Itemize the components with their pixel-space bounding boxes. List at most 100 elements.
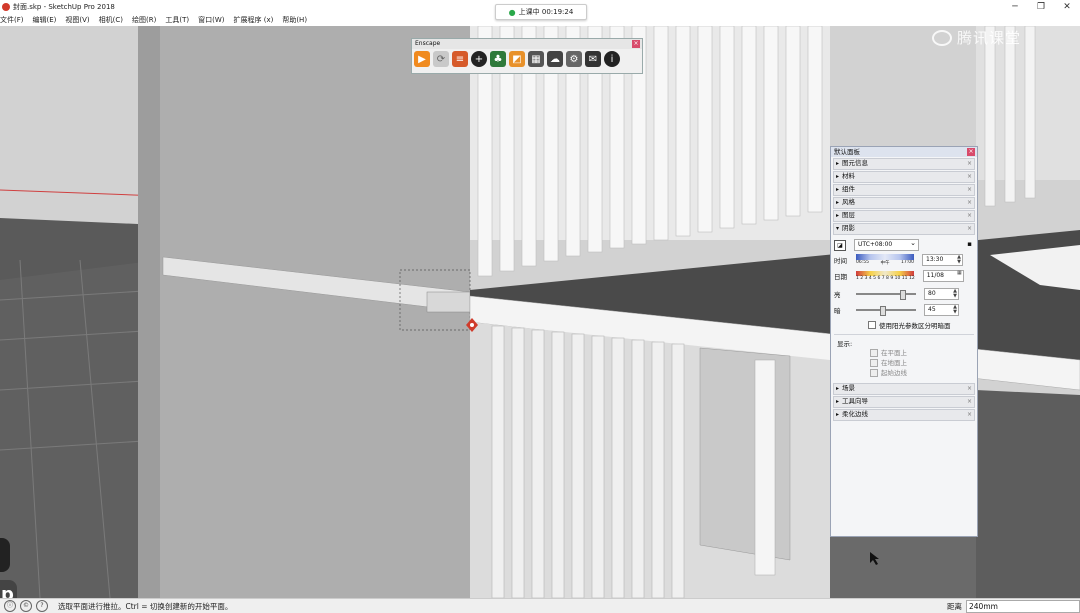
- live-class-timer[interactable]: ● 上课中 00:19:24: [495, 4, 587, 20]
- status-message: 选取平面进行推拉。Ctrl = 切换创建新的开始平面。: [58, 601, 233, 611]
- section-close-icon[interactable]: ×: [967, 159, 972, 168]
- section-close-icon[interactable]: ×: [967, 384, 972, 393]
- enscape-asset-library-icon[interactable]: ♣: [490, 51, 506, 67]
- menu-window[interactable]: 窗口(W): [198, 15, 224, 25]
- display-from-edges[interactable]: 起始边线: [834, 368, 974, 378]
- enscape-toolbar-header: Enscape ×: [412, 39, 642, 49]
- measure-input[interactable]: 240mm: [966, 599, 1080, 613]
- use-sun-checkbox[interactable]: [868, 321, 876, 329]
- restore-button[interactable]: ❐: [1028, 0, 1054, 14]
- dark-input[interactable]: 45 ▲ ▼: [924, 304, 959, 316]
- live-timer-label: 上课中 00:19:24: [518, 8, 574, 16]
- tray-section-soften-edges[interactable]: 柔化边线 ×: [833, 409, 975, 421]
- from-edges-checkbox[interactable]: [870, 369, 878, 377]
- section-close-icon[interactable]: ×: [967, 211, 972, 220]
- section-close-icon[interactable]: ×: [967, 185, 972, 194]
- enscape-toolbar-title: Enscape: [415, 40, 441, 47]
- enscape-material-icon[interactable]: ◩: [509, 51, 525, 67]
- measure-label: 距离: [947, 601, 962, 611]
- enscape-info-icon[interactable]: i: [604, 51, 620, 67]
- tray-section-instructor[interactable]: 工具向导 ×: [833, 396, 975, 408]
- minimize-button[interactable]: ─: [1002, 0, 1028, 14]
- light-label: 亮: [834, 291, 841, 299]
- calendar-icon[interactable]: ▦: [957, 271, 962, 276]
- section-close-icon[interactable]: ×: [967, 410, 972, 419]
- default-tray-close-icon[interactable]: ×: [967, 148, 975, 156]
- enscape-sync-icon[interactable]: ⟳: [433, 51, 449, 67]
- enscape-sync-views-icon[interactable]: ≡: [452, 51, 468, 67]
- tencent-classroom-watermark: 腾讯课堂: [932, 27, 1021, 48]
- enscape-add-icon[interactable]: +: [471, 51, 487, 67]
- enscape-settings-icon[interactable]: ⚙: [566, 51, 582, 67]
- default-tray-panel: 默认面板 × 图元信息 × 材料 × 组件 × 风格 × 图层 × 阴影 × ◪ UTC+0…: [830, 146, 978, 537]
- light-slider-thumb[interactable]: [900, 290, 906, 300]
- time-slider[interactable]: [856, 254, 914, 260]
- enscape-close-icon[interactable]: ×: [632, 40, 640, 48]
- month-labels: 1 2 3 4 5 6 7 8 9 10 11 12: [856, 276, 915, 281]
- section-label: 场景: [842, 384, 855, 392]
- on-faces-checkbox[interactable]: [870, 349, 878, 357]
- close-button[interactable]: ✕: [1054, 0, 1080, 14]
- shadow-details-icon[interactable]: ▪: [967, 240, 972, 248]
- enscape-checker-icon[interactable]: ▦: [528, 51, 544, 67]
- window-controls: ─ ❐ ✕: [1002, 0, 1080, 14]
- time-slider-group: 06:55 中午 17:00: [856, 254, 914, 266]
- menu-file[interactable]: 文件(F): [0, 15, 24, 25]
- display-on-faces[interactable]: 在平面上: [834, 348, 974, 358]
- enscape-feedback-icon[interactable]: ✉: [585, 51, 601, 67]
- shadow-settings: ◪ UTC+08:00 ▪ 时间 06:55 中午 17:00 13:30▲▼ …: [831, 236, 977, 380]
- section-label: 工具向导: [842, 397, 868, 405]
- geo-location-icon[interactable]: ⓘ: [4, 600, 16, 612]
- tray-section-components[interactable]: 组件 ×: [833, 184, 975, 196]
- display-on-ground[interactable]: 在地面上: [834, 358, 974, 368]
- menu-help[interactable]: 帮助(H): [282, 15, 307, 25]
- window-title: 封面.skp - SketchUp Pro 2018: [13, 3, 115, 11]
- timezone-dropdown[interactable]: UTC+08:00: [854, 238, 919, 251]
- menu-camera[interactable]: 相机(C): [99, 15, 123, 25]
- menu-draw[interactable]: 绘图(R): [132, 15, 156, 25]
- display-label: 显示:: [837, 340, 853, 348]
- overlay-handle[interactable]: [0, 538, 10, 572]
- dark-slider[interactable]: [856, 306, 916, 316]
- light-slider[interactable]: [856, 290, 916, 300]
- dark-slider-thumb[interactable]: [880, 306, 886, 316]
- spin-arrows-icon[interactable]: ▲ ▼: [953, 305, 957, 315]
- tray-section-entity-info[interactable]: 图元信息 ×: [833, 158, 975, 170]
- tray-section-layers[interactable]: 图层 ×: [833, 210, 975, 222]
- tray-section-scenes[interactable]: 场景 ×: [833, 383, 975, 395]
- light-input[interactable]: 80 ▲ ▼: [924, 288, 959, 300]
- menu-extensions[interactable]: 扩展程序 (x): [233, 15, 273, 25]
- enscape-upload-icon[interactable]: ☁: [547, 51, 563, 67]
- credits-icon[interactable]: ©: [20, 600, 32, 612]
- section-label: 图元信息: [842, 159, 868, 167]
- watermark-logo-icon: [932, 29, 952, 46]
- shadow-toggle-icon[interactable]: ◪: [834, 239, 846, 251]
- help-icon[interactable]: ?: [36, 600, 48, 612]
- measurements-box: 距离 240mm: [947, 599, 1080, 613]
- spin-arrows-icon[interactable]: ▲ ▼: [953, 289, 957, 299]
- time-input[interactable]: 13:30 ▲ ▼: [922, 254, 963, 266]
- menu-view[interactable]: 视图(V): [65, 15, 89, 25]
- spin-arrows-icon[interactable]: ▲ ▼: [957, 255, 961, 265]
- on-ground-label: 在地面上: [881, 359, 907, 367]
- section-close-icon[interactable]: ×: [967, 397, 972, 406]
- date-value: 11/08: [926, 272, 944, 279]
- date-input[interactable]: 11/08 ▦: [922, 270, 964, 282]
- dark-label: 暗: [834, 307, 841, 315]
- section-close-icon[interactable]: ×: [967, 172, 972, 181]
- on-ground-checkbox[interactable]: [870, 359, 878, 367]
- tray-section-shadows[interactable]: 阴影 ×: [833, 223, 975, 235]
- use-sun-row[interactable]: 使用阳光参数区分明暗面: [834, 318, 974, 332]
- enscape-toolbar: Enscape × ▶ ⟳ ≡ + ♣ ◩ ▦ ☁ ⚙ ✉ i: [411, 38, 643, 74]
- from-edges-label: 起始边线: [881, 369, 907, 377]
- section-close-icon[interactable]: ×: [967, 198, 972, 207]
- menu-edit[interactable]: 编辑(E): [33, 15, 57, 25]
- tray-section-materials[interactable]: 材料 ×: [833, 171, 975, 183]
- section-label: 材料: [842, 172, 855, 180]
- time-end-label: 17:00: [901, 260, 914, 265]
- tray-section-styles[interactable]: 风格 ×: [833, 197, 975, 209]
- time-start-label: 06:55: [856, 260, 869, 265]
- menu-tools[interactable]: 工具(T): [165, 15, 189, 25]
- section-close-icon[interactable]: ×: [967, 224, 972, 233]
- enscape-start-icon[interactable]: ▶: [414, 51, 430, 67]
